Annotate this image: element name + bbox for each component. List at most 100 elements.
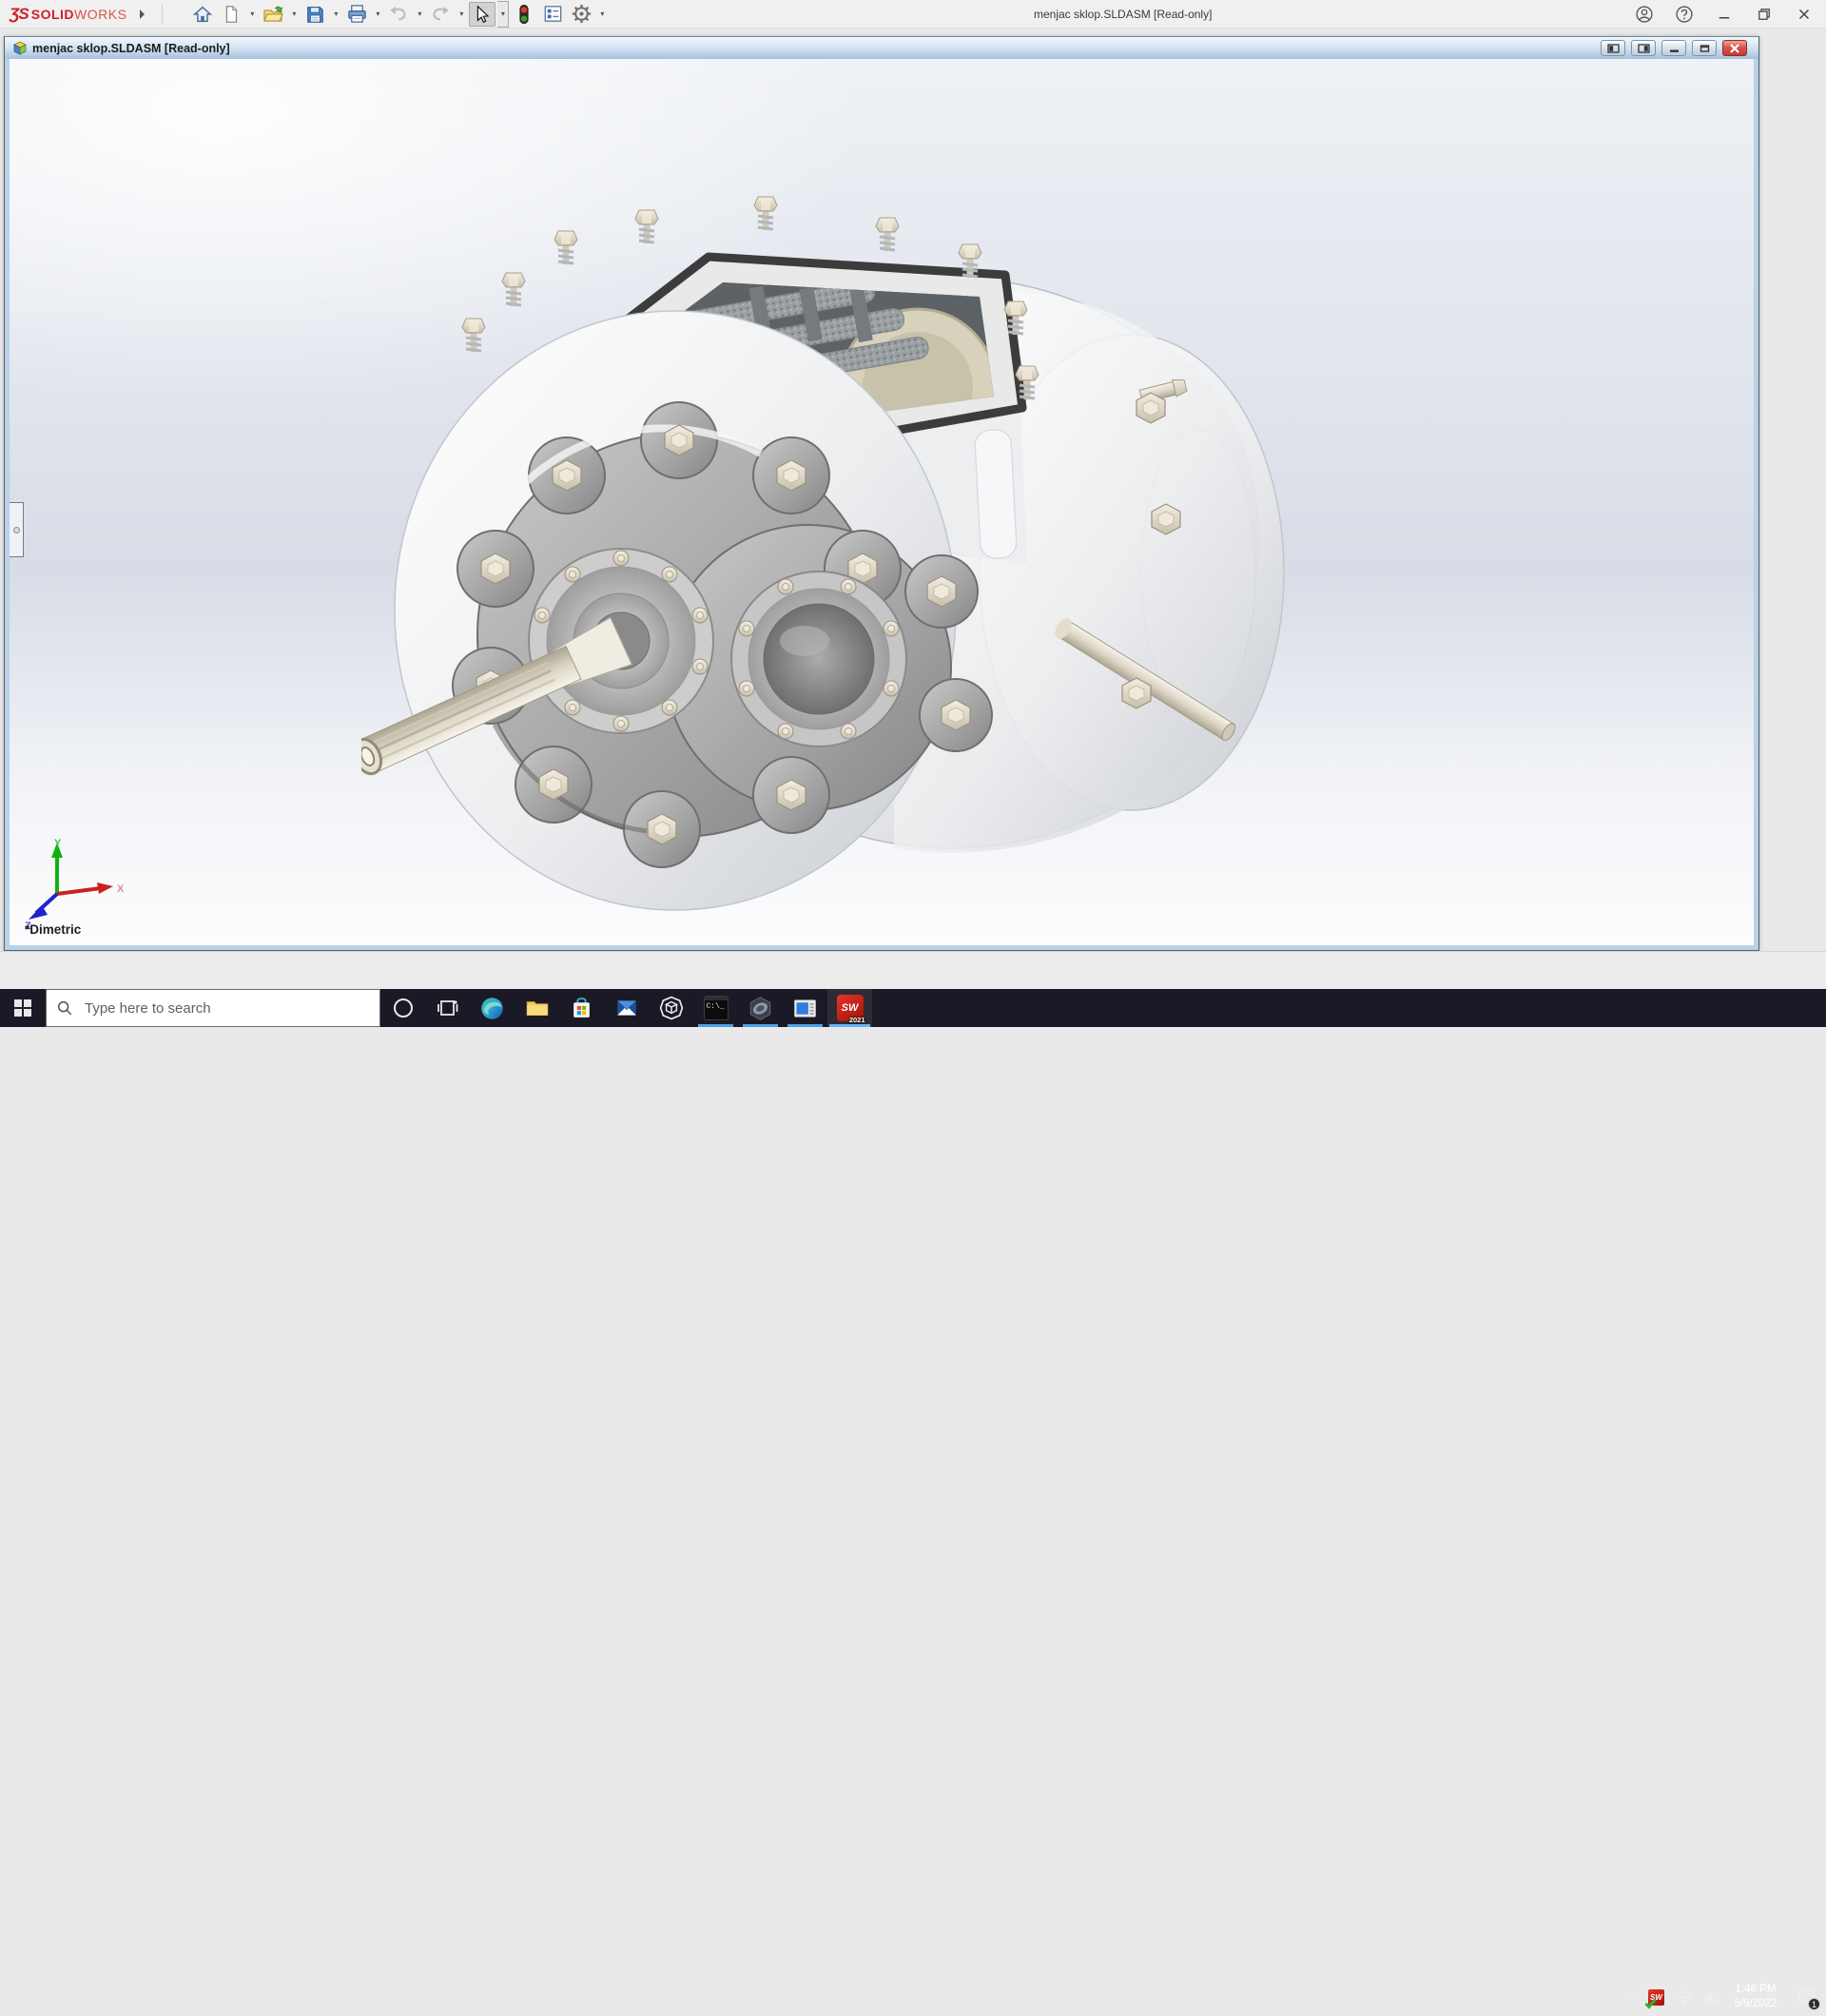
save-dropdown[interactable] bbox=[330, 2, 341, 27]
hexagon-app-icon bbox=[749, 996, 771, 1020]
cortana-icon bbox=[393, 998, 413, 1018]
save-button[interactable] bbox=[301, 2, 328, 27]
open-button[interactable] bbox=[260, 2, 286, 27]
mdi-area: menjac sklop.SLDASM [Read-only] Y X Z *D… bbox=[0, 29, 1826, 951]
3d-viewer-icon bbox=[659, 996, 683, 1020]
wifi-button[interactable] bbox=[1670, 1978, 1698, 2016]
taskbar-icons: C:\_ SW 2021 bbox=[380, 989, 872, 1027]
tray-time: 1:46 PM bbox=[1735, 1984, 1777, 1996]
rebuild-button[interactable] bbox=[511, 2, 537, 27]
solidworks-logo: ƷS SOLID WORKS bbox=[10, 4, 127, 23]
triad-x-label: X bbox=[117, 883, 125, 895]
pane-left-icon bbox=[1606, 43, 1620, 53]
minimize-button[interactable] bbox=[1708, 2, 1740, 27]
document-titlebar[interactable]: menjac sklop.SLDASM [Read-only] bbox=[5, 36, 1758, 59]
tray-chevron-button[interactable] bbox=[1615, 1978, 1642, 2016]
menu-expand-icon[interactable] bbox=[140, 9, 146, 19]
options-button[interactable] bbox=[568, 2, 594, 27]
close-button[interactable] bbox=[1788, 2, 1820, 27]
doc-minimize-icon bbox=[1669, 49, 1679, 52]
restore-button[interactable] bbox=[1748, 2, 1780, 27]
search-input[interactable] bbox=[83, 998, 349, 1018]
new-document-button[interactable] bbox=[218, 2, 244, 27]
start-button[interactable] bbox=[0, 989, 46, 1027]
select-dropdown[interactable] bbox=[497, 0, 510, 28]
store-button[interactable] bbox=[559, 989, 604, 1027]
pane-left-button[interactable] bbox=[1601, 40, 1625, 56]
windows-logo-icon bbox=[14, 999, 31, 1017]
search-icon bbox=[57, 1000, 72, 1016]
minimize-icon bbox=[1719, 17, 1730, 19]
doc-close-button[interactable] bbox=[1722, 40, 1747, 56]
app-title: menjac sklop.SLDASM [Read-only] bbox=[1034, 8, 1213, 21]
system-tray: SW 1:46 PM 5/9/2022 1 bbox=[1615, 1978, 1826, 2016]
wifi-icon bbox=[1675, 1990, 1693, 2006]
triad-y-label: Y bbox=[54, 838, 62, 849]
toolbar-separator bbox=[162, 4, 164, 24]
redo-button[interactable] bbox=[427, 2, 454, 27]
file-explorer-button[interactable] bbox=[515, 989, 559, 1027]
print-button[interactable] bbox=[343, 2, 370, 27]
solidworks-resource-monitor-icon: SW bbox=[1644, 1988, 1664, 2009]
select-cursor-icon bbox=[477, 4, 490, 23]
status-bar bbox=[0, 951, 1826, 989]
open-dropdown[interactable] bbox=[288, 2, 300, 27]
side-cover[interactable] bbox=[730, 571, 907, 747]
pane-right-button[interactable] bbox=[1631, 40, 1656, 56]
doc-restore-icon bbox=[1700, 44, 1709, 52]
check-icon bbox=[1644, 1998, 1657, 2009]
solidworks-button[interactable]: SW 2021 bbox=[827, 989, 872, 1027]
account-button[interactable] bbox=[1628, 2, 1661, 27]
sw-resource-monitor-button[interactable]: SW bbox=[1642, 1978, 1670, 2016]
print-dropdown[interactable] bbox=[372, 2, 383, 27]
tray-date: 5/9/2022 bbox=[1734, 1998, 1777, 2009]
options-gear-icon bbox=[572, 4, 591, 24]
undo-dropdown[interactable] bbox=[414, 2, 425, 27]
redo-icon bbox=[433, 6, 450, 21]
options-dropdown[interactable] bbox=[596, 2, 608, 27]
splitter-grip bbox=[12, 526, 20, 533]
system-window-app-button[interactable] bbox=[783, 989, 827, 1027]
taskbar: C:\_ SW 2021 bbox=[0, 989, 1826, 2010]
assembly-cube-icon bbox=[13, 41, 27, 55]
hexagon-app-button[interactable] bbox=[738, 989, 783, 1027]
action-center-button[interactable]: 1 bbox=[1786, 1978, 1826, 2016]
command-prompt-button[interactable]: C:\_ bbox=[693, 989, 738, 1027]
redo-dropdown[interactable] bbox=[456, 2, 467, 27]
select-button[interactable] bbox=[469, 1, 496, 27]
clock[interactable]: 1:46 PM 5/9/2022 bbox=[1725, 1983, 1786, 2011]
3d-viewer-button[interactable] bbox=[649, 989, 693, 1027]
mail-icon bbox=[616, 1000, 636, 1016]
file-properties-button[interactable] bbox=[539, 2, 566, 27]
doc-restore-button[interactable] bbox=[1692, 40, 1717, 56]
solidworks-logo-mark: ƷS bbox=[10, 4, 29, 23]
new-document-dropdown[interactable] bbox=[246, 2, 258, 27]
close-icon bbox=[1798, 9, 1810, 20]
taskbar-search[interactable] bbox=[46, 989, 380, 1027]
document-window: menjac sklop.SLDASM [Read-only] Y X Z *D… bbox=[4, 36, 1759, 951]
viewport-3d[interactable]: Y X Z *Dimetric bbox=[10, 59, 1754, 945]
volume-button[interactable] bbox=[1698, 1978, 1725, 2016]
undo-button[interactable] bbox=[385, 2, 412, 27]
home-icon bbox=[193, 6, 213, 22]
task-view-button[interactable] bbox=[425, 989, 470, 1027]
doc-minimize-button[interactable] bbox=[1661, 40, 1686, 56]
notification-badge: 1 bbox=[1808, 1998, 1820, 2010]
tray-chevron-icon bbox=[1622, 1992, 1635, 2000]
task-view-icon bbox=[437, 1000, 457, 1016]
undo-icon bbox=[390, 6, 406, 21]
system-window-app-icon bbox=[794, 999, 816, 1017]
document-window-controls bbox=[1601, 40, 1747, 56]
edge-button[interactable] bbox=[470, 989, 515, 1027]
mail-button[interactable] bbox=[604, 989, 649, 1027]
view-orientation-label: *Dimetric bbox=[25, 922, 82, 937]
reference-triad: Y X Z bbox=[25, 838, 125, 930]
home-button[interactable] bbox=[189, 2, 216, 27]
file-explorer-icon bbox=[526, 1001, 548, 1017]
doc-close-icon bbox=[1730, 43, 1739, 53]
cortana-button[interactable] bbox=[380, 989, 425, 1027]
rebuild-traffic-light-icon bbox=[519, 4, 530, 24]
help-button[interactable] bbox=[1668, 2, 1700, 27]
gearbox-model[interactable] bbox=[361, 192, 1754, 945]
featuremanager-collapsed-tab[interactable] bbox=[10, 502, 24, 557]
